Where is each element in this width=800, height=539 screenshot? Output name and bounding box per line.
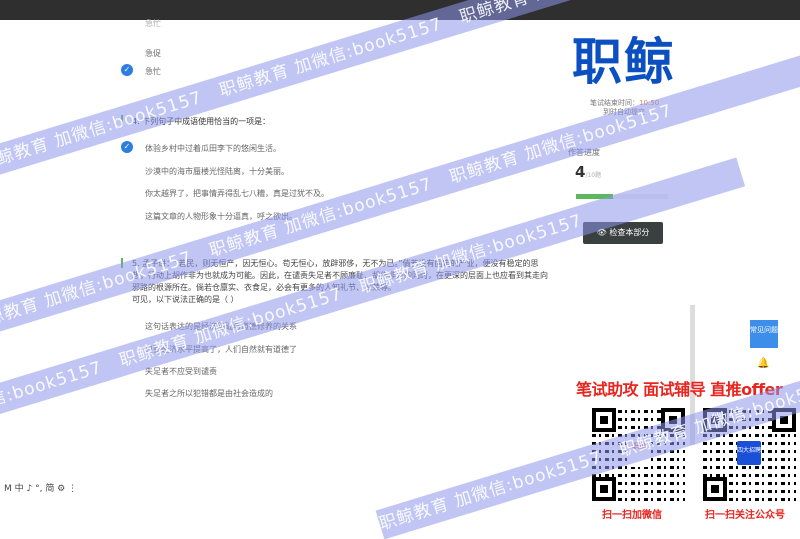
question-4-title: 4. 下列句子中成语使用恰当的一项是：: [132, 117, 271, 126]
eye-icon: 👁: [596, 228, 607, 237]
qr1-caption: 扫一扫加微信: [602, 510, 662, 521]
official-account-qr-code: 四大招聘: [703, 408, 796, 501]
logo: 职鲸: [572, 33, 676, 91]
option-q5-d[interactable]: 失足者之所以犯错都是由社会造成的: [145, 388, 273, 399]
option-q3-c[interactable]: 急忙: [145, 66, 161, 77]
selected-check-icon[interactable]: ✓: [121, 141, 133, 153]
option-q4-b[interactable]: 沙漠中的海市蜃楼光怪陆离，十分美丽。: [145, 166, 289, 177]
option-q5-c[interactable]: 失足者不应受到谴责: [145, 366, 217, 377]
progress-label: 作答进度: [568, 148, 600, 157]
progress-count: 4/10题: [575, 163, 602, 181]
option-q4-d[interactable]: 这篇文章的人物形象十分逼真，呼之欲出。: [145, 211, 297, 222]
qr2-caption: 扫一扫关注公众号: [705, 510, 785, 521]
faq-button[interactable]: 常见问题: [750, 320, 778, 348]
scrollbar[interactable]: [690, 305, 695, 445]
question-marker: [121, 258, 123, 268]
option-q5-b[interactable]: 只要经济水平提高了，人们自然就有道德了: [145, 344, 297, 355]
promo-headline: 笔试助攻 面试辅导 直推offer: [576, 380, 783, 399]
option-q3-b[interactable]: 急促: [145, 48, 161, 59]
option-q4-a[interactable]: 体验乡村中过着瓜田李下的悠闲生活。: [145, 143, 281, 154]
wechat-qr-code: 职鲸: [592, 408, 685, 501]
qr-badge: 四大招聘: [737, 441, 761, 465]
selected-check-icon[interactable]: ✓: [121, 64, 133, 76]
option-q3-a[interactable]: 急忙: [145, 18, 161, 29]
progress-bar: [576, 194, 668, 199]
question-marker: [121, 115, 123, 125]
progress-fill: [576, 194, 613, 199]
auto-submit-note: 到时自动提交: [603, 108, 645, 116]
check-section-button[interactable]: 👁 检查本部分: [583, 222, 663, 244]
option-q5-a[interactable]: 这句话表达的是经济基础与道德修养的关系: [145, 321, 297, 332]
watermark: 职鲸教育 加微信:book5157 职鲸教育 加微信:book5157 职鲸教育…: [0, 0, 800, 180]
qr-badge: 职鲸: [630, 441, 648, 467]
browser-top-bar: [0, 0, 800, 20]
ime-toolbar[interactable]: M 中 ♪ °, 简 ⚙ ⋮: [4, 481, 77, 494]
question-5-text: 5. 孟子讲：“若民，则无恒产，因无恒心。苟无恒心，放辟邪侈，无不为已。”倘若没…: [132, 259, 548, 304]
bell-icon[interactable]: 🔔: [757, 358, 769, 369]
option-q4-c[interactable]: 你太越界了，把事情弄得乱七八糟，真是过犹不及。: [145, 188, 329, 199]
